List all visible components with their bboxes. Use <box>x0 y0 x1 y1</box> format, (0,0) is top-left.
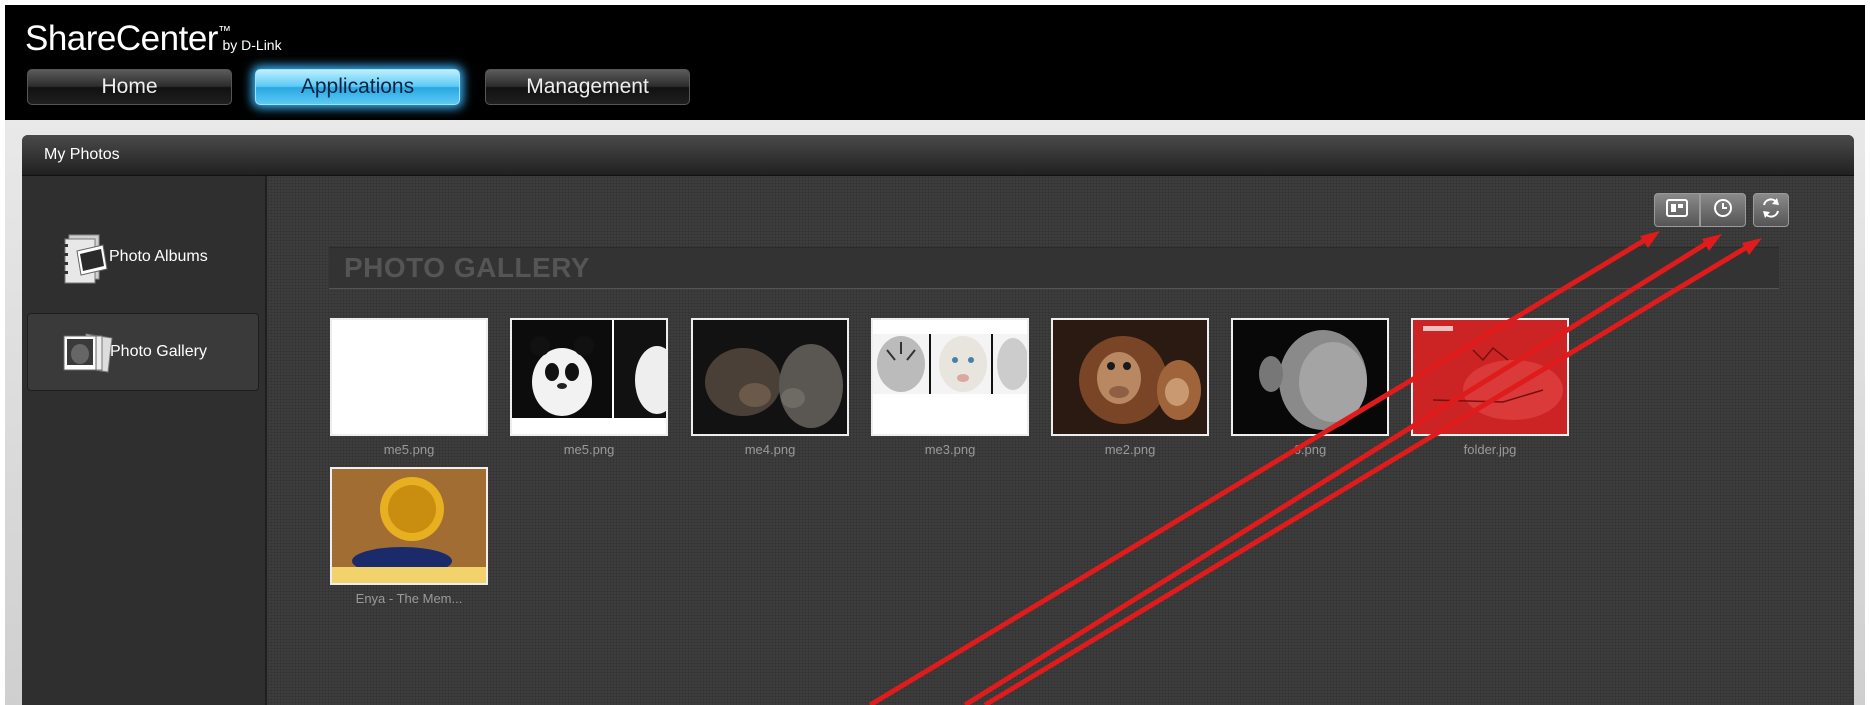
photo-thumbnail[interactable] <box>1411 318 1569 436</box>
photo-thumbnail[interactable] <box>510 318 668 436</box>
my-photos-panel: My Photos Photo Albums Photo Gallery PHO… <box>22 135 1854 705</box>
photo-thumbnail[interactable] <box>691 318 849 436</box>
rotate-icon <box>1760 196 1782 224</box>
sidebar-item-photo-gallery[interactable]: Photo Gallery <box>27 313 259 391</box>
sidebar-item-label: Photo Gallery <box>110 343 207 360</box>
photo-gallery-icon <box>56 324 116 380</box>
timeline-button[interactable] <box>1700 193 1746 227</box>
photo-albums-icon <box>55 229 115 285</box>
nav-applications-tab[interactable]: Applications <box>255 69 460 105</box>
photo-caption[interactable]: me5.png <box>330 442 488 457</box>
photo-thumbnail[interactable] <box>330 467 488 585</box>
slideshow-button[interactable] <box>1654 193 1700 227</box>
sidebar-item-label: Photo Albums <box>109 248 208 265</box>
brand-name: ShareCenter <box>25 19 218 58</box>
photo-caption[interactable]: folder.jpg <box>1411 442 1569 457</box>
photo-thumbnail[interactable] <box>1051 318 1209 436</box>
photo-caption[interactable]: 6.png <box>1231 442 1389 457</box>
photo-thumbnail[interactable] <box>1231 318 1389 436</box>
photo-caption[interactable]: me4.png <box>691 442 849 457</box>
panel-title: My Photos <box>22 135 1854 176</box>
photo-thumbnail[interactable] <box>330 318 488 436</box>
photo-caption[interactable]: Enya - The Mem... <box>330 591 488 606</box>
rotate-button[interactable] <box>1753 193 1789 227</box>
photo-thumbnail[interactable] <box>871 318 1029 436</box>
photo-caption[interactable]: me3.png <box>871 442 1029 457</box>
sidebar-item-photo-albums[interactable]: Photo Albums <box>27 218 259 296</box>
nav-management-tab[interactable]: Management <box>485 69 690 105</box>
clock-icon <box>1713 198 1733 222</box>
photo-caption[interactable]: me5.png <box>510 442 668 457</box>
gallery-title: PHOTO GALLERY <box>344 252 591 283</box>
photo-caption[interactable]: me2.png <box>1051 442 1209 457</box>
brand-tm: ™ <box>217 23 231 38</box>
sidebar: Photo Albums Photo Gallery <box>22 176 267 705</box>
brand-by: by D-Link <box>222 37 282 53</box>
slideshow-icon <box>1666 199 1688 221</box>
top-header: ShareCenter™by D-Link Home Applications … <box>5 5 1865 120</box>
brand-logo: ShareCenter™by D-Link <box>25 19 282 59</box>
nav-home-tab[interactable]: Home <box>27 69 232 105</box>
gallery-area: PHOTO GALLERY me5.png me5.png me4.png me… <box>267 176 1854 705</box>
gallery-header-bar: PHOTO GALLERY <box>329 247 1779 289</box>
